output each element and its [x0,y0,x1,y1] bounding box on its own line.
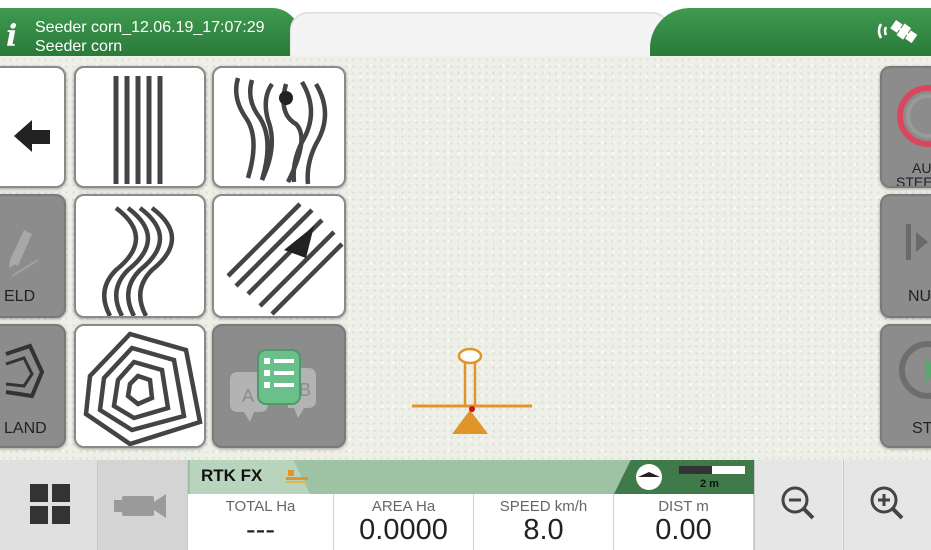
pivot-contour-pattern-button[interactable] [74,324,206,448]
zoom-out-button[interactable] [754,460,842,550]
autosteer-label-2: STEE [896,174,931,188]
total-area-metric: TOTAL Ha --- [188,494,334,550]
compass-icon [636,464,662,490]
area-metric: AREA Ha 0.0000 [334,494,474,550]
start-button[interactable]: ST [880,324,931,448]
scale-bar [679,466,745,474]
job-name: Seeder corn_12.06.19_17:07:29 [35,19,265,36]
implement-name: Seeder corn [35,38,123,55]
heading-arrow-icon [226,202,344,316]
field-map[interactable]: ELD LAND B A AU STEE NU ST [0,56,931,460]
free-curve-pattern-button[interactable] [212,66,346,188]
camera-button[interactable] [98,460,188,550]
main-menu-button[interactable] [0,460,98,550]
contour-icon [83,331,203,446]
metric-value: --- [246,514,275,546]
svg-text:A: A [242,386,254,406]
ab-list-icon: B A [230,349,316,422]
scale-label: 2 m [700,478,719,490]
top-message-area [290,12,670,56]
signal-quality-icon [286,470,308,483]
autosteer-button[interactable]: AU STEE [880,66,931,188]
metric-value: 8.0 [523,514,564,546]
speed-metric: SPEED km/h 8.0 [474,494,614,550]
camera-icon [114,494,166,518]
land-label: LAND [4,420,47,437]
connection-tab[interactable] [650,8,931,56]
vehicle-marker [412,347,532,434]
metric-label: TOTAL Ha [225,498,296,515]
curve-lines-icon [102,206,175,316]
nudge-button[interactable]: NU [880,194,931,318]
satellite-signal-icon [877,20,918,44]
ab-line-list-button[interactable]: B A [212,324,346,448]
field-label: ELD [4,288,36,305]
back-arrow-icon [14,120,50,152]
gps-status-label: RTK FX [201,466,263,485]
metric-label: SPEED km/h [499,498,588,515]
straight-ab-pattern-button[interactable] [74,66,206,188]
job-info-tab[interactable]: i Seeder corn_12.06.19_17:07:29 Seeder c… [0,8,300,56]
land-button[interactable]: LAND [0,324,66,448]
zoom-in-icon [870,486,904,520]
heading-pattern-button[interactable] [212,194,346,318]
nudge-label: NU [908,288,931,305]
zoom-in-button[interactable] [843,460,931,550]
field-button[interactable]: ELD [0,194,66,318]
zoom-out-icon [781,486,815,520]
metric-value: 0.0000 [359,514,448,546]
free-curve-icon [234,77,328,185]
top-bar: i Seeder corn_12.06.19_17:07:29 Seeder c… [0,0,931,56]
metric-value: 0.00 [655,514,712,546]
curve-pattern-button[interactable] [74,194,206,318]
distance-metric: DIST m 0.00 [614,494,754,550]
metric-label: AREA Ha [371,498,436,515]
back-button[interactable] [0,66,66,188]
straight-lines-icon [113,76,163,184]
metric-label: DIST m [658,498,709,515]
info-icon[interactable]: i [6,22,17,52]
start-label: ST [912,420,931,437]
grid-menu-icon [30,484,70,524]
bottom-bar: RTK FX 2 m TOTAL Ha --- AREA Ha 0.0000 S… [0,460,931,550]
